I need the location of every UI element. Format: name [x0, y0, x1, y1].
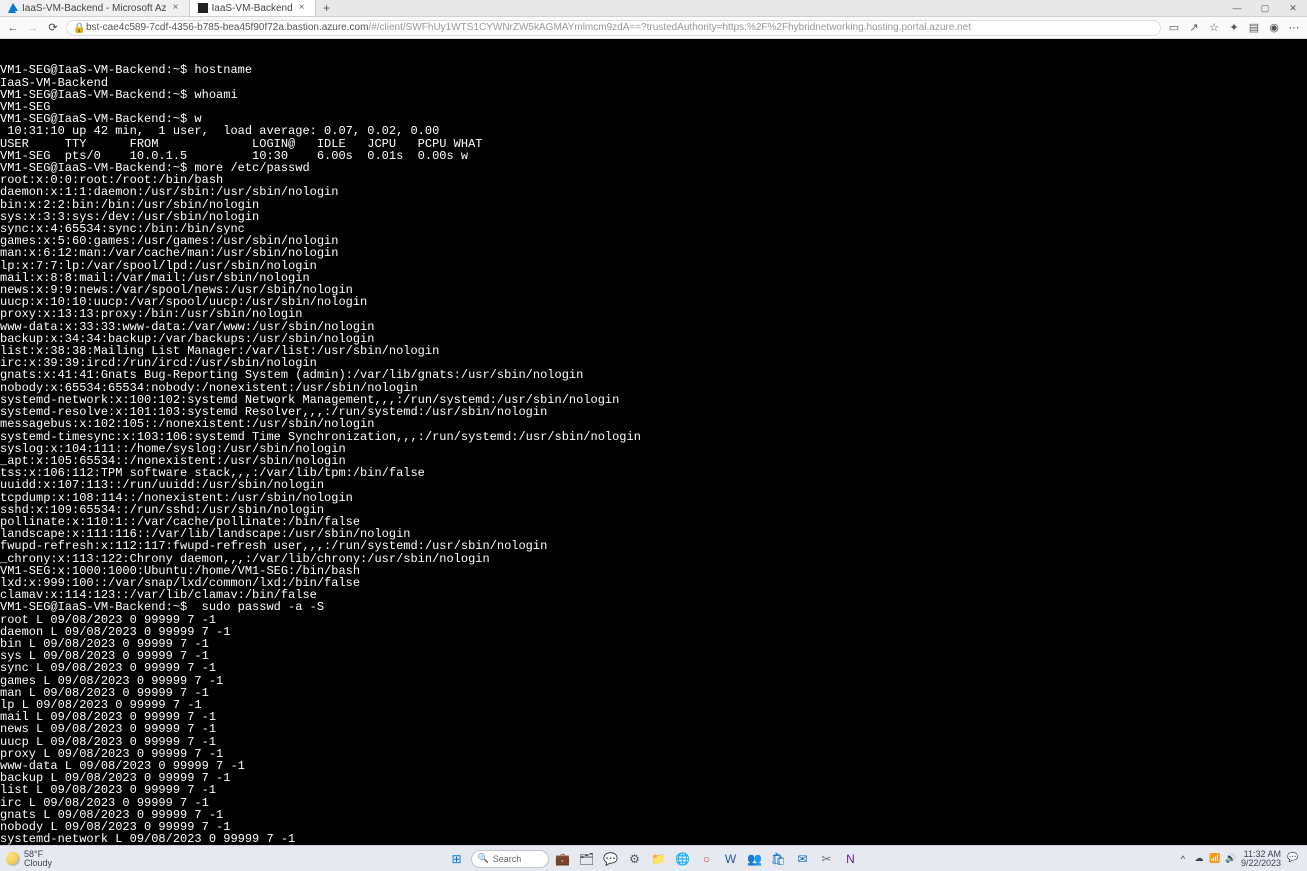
lock-icon: 🔒 [73, 23, 82, 32]
terminal-line: IaaS-VM-Backend [0, 77, 1307, 89]
taskbar-app-outlook[interactable]: ✉ [793, 849, 813, 869]
browser-address-bar-row: ← → ⟳ 🔒 bst-cae4c589-7cdf-4356-b785-bea4… [0, 17, 1307, 39]
search-icon: 🔍 [478, 853, 489, 864]
terminal-line: _chrony:x:113:122:Chrony daemon,,,:/var/… [0, 553, 1307, 565]
terminal-line: news L 09/08/2023 0 99999 7 -1 [0, 723, 1307, 735]
nav-refresh-button[interactable]: ⟳ [46, 21, 60, 35]
terminal-line: fwupd-refresh:x:112:117:fwupd-refresh us… [0, 540, 1307, 552]
taskbar-app-teams[interactable]: 👥 [745, 849, 765, 869]
clock-date: 9/22/2023 [1241, 859, 1281, 868]
terminal-line: systemd-timesync:x:103:106:systemd Time … [0, 431, 1307, 443]
terminal-line: sync L 09/08/2023 0 99999 7 -1 [0, 662, 1307, 674]
tab-close-button[interactable]: × [297, 3, 307, 13]
address-bar-input[interactable]: 🔒 bst-cae4c589-7cdf-4356-b785-bea45f90f7… [66, 20, 1161, 36]
taskbar-app-files[interactable]: 📁 [649, 849, 669, 869]
taskbar-start-button[interactable]: ⊞ [447, 849, 467, 869]
taskbar-app-edge[interactable]: 🌐 [673, 849, 693, 869]
terminal-line: systemd-network L 09/08/2023 0 99999 7 -… [0, 833, 1307, 845]
terminal-line: messagebus:x:102:105::/nonexistent:/usr/… [0, 418, 1307, 430]
new-tab-button[interactable]: + [316, 0, 338, 16]
notification-bell-icon[interactable]: 💬 [1287, 852, 1301, 866]
url-path: /#/client/SWFhUy1WTS1CYWNrZW5kAGMAYmlmcm… [368, 22, 971, 33]
terminal-favicon-icon [198, 3, 208, 13]
terminal-line: USER TTY FROM LOGIN@ IDLE JCPU PCPU WHAT [0, 138, 1307, 150]
url-host: bst-cae4c589-7cdf-4356-b785-bea45f90f72a… [86, 22, 368, 33]
terminal-line: list L 09/08/2023 0 99999 7 -1 [0, 784, 1307, 796]
tray-chevron-icon[interactable]: ^ [1177, 853, 1189, 865]
terminal-line: games L 09/08/2023 0 99999 7 -1 [0, 675, 1307, 687]
browser-tab-1[interactable]: IaaS-VM-Backend × [190, 0, 316, 16]
tray-volume-icon[interactable]: 🔊 [1225, 853, 1237, 865]
terminal-line: bin:x:2:2:bin:/bin:/usr/sbin/nologin [0, 199, 1307, 211]
terminal-line: daemon:x:1:1:daemon:/usr/sbin:/usr/sbin/… [0, 186, 1307, 198]
nav-back-button[interactable]: ← [6, 21, 20, 35]
taskbar-center: ⊞ 🔍 Search 💼🗂💬⚙📁🌐○W👥🛍✉✂N [447, 849, 861, 869]
taskbar-app-chrome[interactable]: ○ [697, 849, 717, 869]
taskbar-app-settings[interactable]: ⚙ [625, 849, 645, 869]
tab-title: IaaS-VM-Backend [212, 3, 293, 14]
taskbar-app-snip[interactable]: ✂ [817, 849, 837, 869]
more-menu-icon[interactable]: ⋯ [1287, 21, 1301, 35]
terminal-viewport[interactable]: VM1-SEG@IaaS-VM-Backend:~$ hostnameIaaS-… [0, 39, 1307, 845]
browser-tab-0[interactable]: IaaS-VM-Backend - Microsoft Az × [0, 0, 190, 16]
taskbar-app-word[interactable]: W [721, 849, 741, 869]
tab-title: IaaS-VM-Backend - Microsoft Az [22, 3, 167, 14]
tab-close-button[interactable]: × [171, 3, 181, 13]
taskbar-app-store[interactable]: 🛍 [769, 849, 789, 869]
system-tray: ^ ☁ 📶 🔊 11:32 AM 9/22/2023 💬 [1177, 850, 1301, 868]
terminal-line: proxy:x:13:13:proxy:/bin:/usr/sbin/nolog… [0, 308, 1307, 320]
terminal-line: uucp L 09/08/2023 0 99999 7 -1 [0, 736, 1307, 748]
taskbar-app-onenote[interactable]: N [841, 849, 861, 869]
taskbar-app-chat[interactable]: 💬 [601, 849, 621, 869]
terminal-line: 10:31:10 up 42 min, 1 user, load average… [0, 125, 1307, 137]
weather-desc: Cloudy [24, 859, 52, 868]
terminal-line: VM1-SEG@IaaS-VM-Backend:~$ hostname [0, 64, 1307, 76]
taskbar-app-explorer[interactable]: 🗂 [577, 849, 597, 869]
weather-icon [6, 852, 20, 866]
tray-cloud-icon[interactable]: ☁ [1193, 853, 1205, 865]
search-placeholder: Search [493, 854, 522, 864]
window-maximize-button[interactable]: ▢ [1251, 0, 1279, 16]
windows-taskbar: 58°F Cloudy ⊞🔍Search💼🗂💬⚙📁🌐○W👥🛍✉✂N ^ ☁ 📶 … [0, 845, 1307, 871]
profile-icon[interactable]: ◉ [1267, 21, 1281, 35]
taskbar-search-input[interactable]: 🔍 Search [471, 850, 549, 868]
terminal-line: VM1-SEG@IaaS-VM-Backend:~$ whoami [0, 89, 1307, 101]
taskbar-app-briefcase[interactable]: 💼 [553, 849, 573, 869]
favorite-star-icon[interactable]: ☆ [1207, 21, 1221, 35]
terminal-line: tcpdump:x:108:114::/nonexistent:/usr/sbi… [0, 492, 1307, 504]
share-icon[interactable]: ↗ [1187, 21, 1201, 35]
reading-list-icon[interactable]: ▤ [1247, 21, 1261, 35]
terminal-line: uuidd:x:107:113::/run/uuidd:/usr/sbin/no… [0, 479, 1307, 491]
nav-forward-button[interactable]: → [26, 21, 40, 35]
terminal-line: root L 09/08/2023 0 99999 7 -1 [0, 614, 1307, 626]
terminal-line: man:x:6:12:man:/var/cache/man:/usr/sbin/… [0, 247, 1307, 259]
browser-tab-bar: IaaS-VM-Backend - Microsoft Az × IaaS-VM… [0, 0, 1307, 17]
taskbar-clock[interactable]: 11:32 AM 9/22/2023 [1241, 850, 1281, 868]
taskbar-weather-widget[interactable]: 58°F Cloudy [6, 850, 52, 868]
extensions-icon[interactable]: ✦ [1227, 21, 1241, 35]
weather-text: 58°F Cloudy [24, 850, 52, 868]
app-mode-icon[interactable]: ▭ [1167, 21, 1181, 35]
terminal-line: gnats:x:41:41:Gnats Bug-Reporting System… [0, 369, 1307, 381]
address-url: bst-cae4c589-7cdf-4356-b785-bea45f90f72a… [86, 22, 971, 33]
azure-favicon-icon [8, 3, 18, 13]
window-controls: — ▢ ✕ [1223, 0, 1307, 16]
terminal-line: irc L 09/08/2023 0 99999 7 -1 [0, 797, 1307, 809]
tray-wifi-icon[interactable]: 📶 [1209, 853, 1221, 865]
terminal-line: VM1-SEG@IaaS-VM-Backend:~$ sudo passwd -… [0, 601, 1307, 613]
window-minimize-button[interactable]: — [1223, 0, 1251, 16]
window-close-button[interactable]: ✕ [1279, 0, 1307, 16]
